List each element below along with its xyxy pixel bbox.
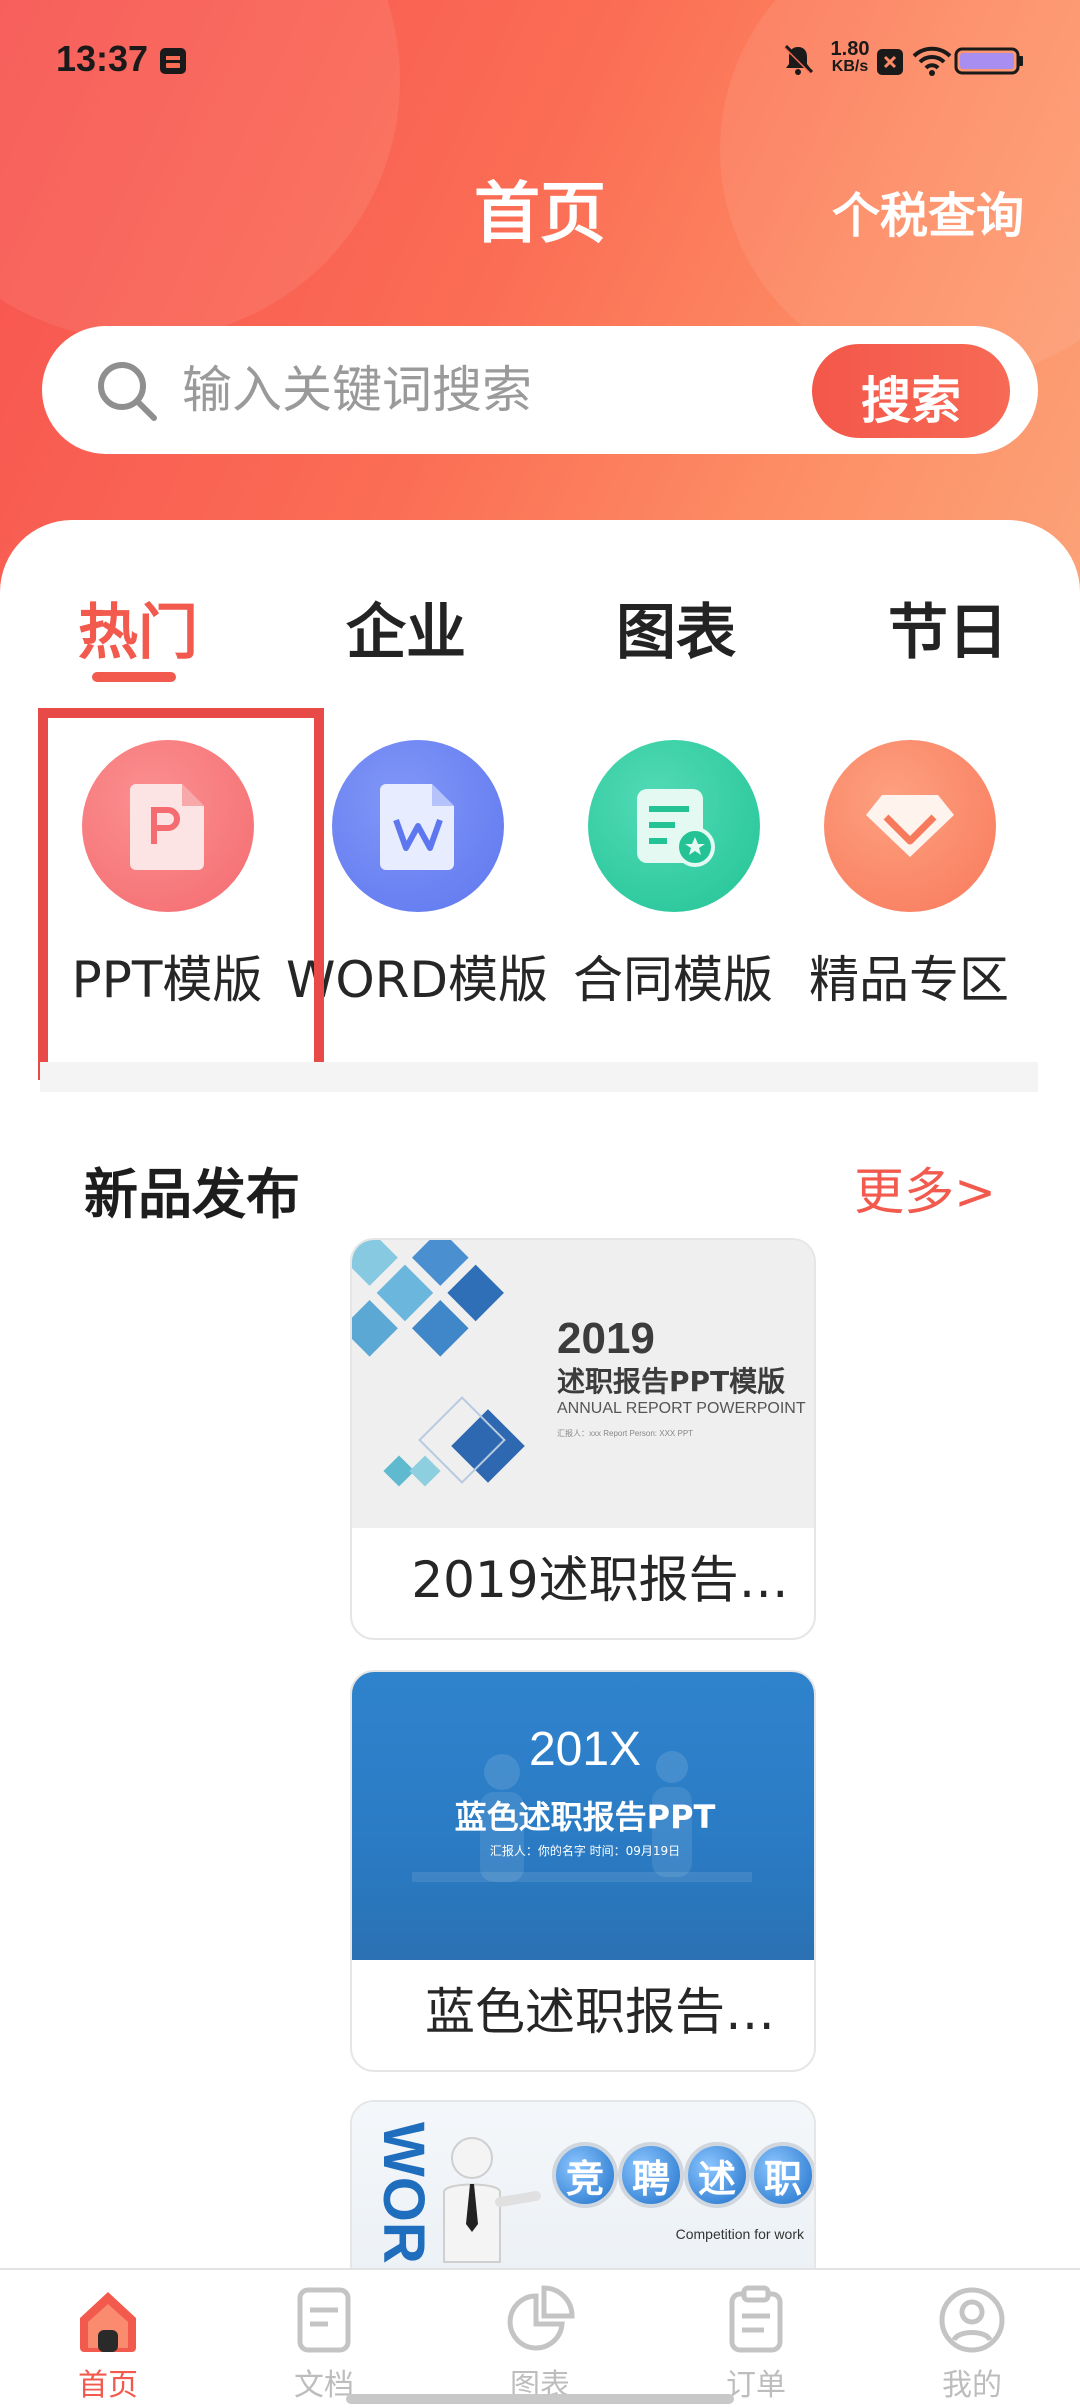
pie-chart-icon xyxy=(504,2284,576,2356)
mute-bell-icon xyxy=(780,42,816,82)
search-icon xyxy=(94,358,160,428)
net-speed-unit: KB/s xyxy=(831,58,869,75)
contract-icon xyxy=(588,740,760,912)
bottom-navigation: 首页 文档 图表 订单 我的 xyxy=(0,2268,1080,2408)
more-link[interactable]: 更多> xyxy=(854,1152,996,1224)
category-label: 精品专区 xyxy=(809,951,1009,1009)
tab-hot[interactable]: 热门 xyxy=(78,584,198,671)
category-word[interactable]: WORD模版 xyxy=(286,740,548,1020)
tab-enterprise[interactable]: 企业 xyxy=(346,584,466,671)
nav-label: 首页 xyxy=(78,2368,138,2403)
thumb-subtitle: 汇报人：你的名字 时间：09月19日 xyxy=(489,1844,681,1858)
net-speed-value: 1.80 xyxy=(830,38,870,60)
document-icon xyxy=(288,2284,360,2356)
template-card[interactable]: 201X 蓝色述职报告PPT 汇报人：你的名字 时间：09月19日 蓝色述职报告… xyxy=(350,1670,816,2072)
user-icon xyxy=(936,2284,1008,2356)
thumb-year: 201X xyxy=(528,1723,642,1776)
tax-query-link[interactable]: 个税查询 xyxy=(832,176,1024,246)
thumb-char: 述 xyxy=(684,2142,750,2208)
nav-home[interactable]: 首页 xyxy=(0,2270,216,2408)
nav-label: 我的 xyxy=(942,2368,1002,2403)
section-title: 新品发布 xyxy=(84,1163,300,1226)
selection-highlight-box xyxy=(38,708,324,1080)
status-bar: 13:37 1.80 KB/s xyxy=(0,0,1080,120)
status-time: 13:37 xyxy=(56,38,149,79)
clipboard-icon xyxy=(720,2284,792,2356)
thumb-meta: 汇报人：xxx Report Person: XXX PPT xyxy=(557,1429,694,1438)
thumb-subtitle: ANNUAL REPORT POWERPOINT xyxy=(557,1400,806,1417)
thumb-title: 蓝色述职报告PPT xyxy=(454,1798,716,1836)
template-card[interactable]: 2019 述职报告PPT模版 ANNUAL REPORT POWERPOINT … xyxy=(350,1238,816,1640)
wifi-icon xyxy=(912,46,952,80)
tab-charts[interactable]: 图表 xyxy=(616,584,736,671)
thumb-title: 述职报告PPT模版 xyxy=(557,1365,786,1398)
home-icon xyxy=(72,2284,144,2356)
thumb-year: 2019 xyxy=(557,1314,655,1363)
search-button[interactable]: 搜索 xyxy=(812,344,1010,438)
nav-charts[interactable]: 图表 xyxy=(432,2270,648,2408)
nav-orders[interactable]: 订单 xyxy=(648,2270,864,2408)
thumb-char: 职 xyxy=(750,2142,814,2208)
net-speed: 1.80 KB/s xyxy=(822,38,878,76)
section-divider xyxy=(40,1062,1038,1092)
search-input[interactable] xyxy=(182,352,822,428)
nav-profile[interactable]: 我的 xyxy=(864,2270,1080,2408)
decor-squares xyxy=(352,1240,525,1487)
thumb-char: 竞 xyxy=(552,2142,618,2208)
word-icon xyxy=(332,740,504,912)
diamond-icon xyxy=(824,740,996,912)
category-contract[interactable]: 合同模版 xyxy=(548,740,798,1020)
tab-holidays[interactable]: 节日 xyxy=(888,584,1008,671)
category-premium[interactable]: 精品专区 xyxy=(784,740,1034,1020)
search-bar: 搜索 xyxy=(42,326,1038,454)
thumb-caption: Competition for work xyxy=(675,2226,804,2242)
notification-box-icon xyxy=(158,46,188,80)
battery-icon xyxy=(954,46,1024,80)
nav-documents[interactable]: 文档 xyxy=(216,2270,432,2408)
template-thumbnail: 201X 蓝色述职报告PPT 汇报人：你的名字 时间：09月19日 xyxy=(352,1672,814,1960)
card-caption: 蓝色述职报告… xyxy=(425,1983,775,2041)
thumb-char: 聘 xyxy=(618,2142,684,2208)
active-tab-indicator xyxy=(92,672,176,682)
home-indicator[interactable] xyxy=(346,2394,734,2404)
businessman-figure-icon xyxy=(443,2137,541,2263)
template-thumbnail: 2019 述职报告PPT模版 ANNUAL REPORT POWERPOINT … xyxy=(352,1240,814,1528)
card-caption: 2019述职报告… xyxy=(411,1551,789,1609)
close-box-icon xyxy=(876,48,904,80)
